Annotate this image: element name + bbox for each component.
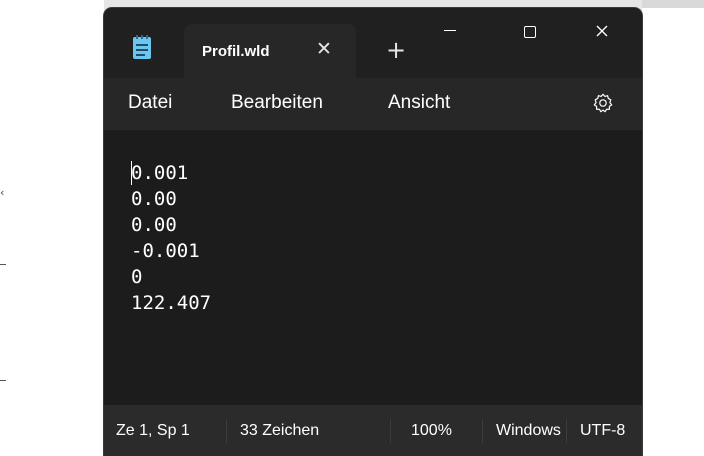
status-zoom[interactable]: 100%	[411, 422, 452, 440]
notepad-window: Profil.wld ✕ + Datei Bearbeiten Ansicht …	[104, 8, 642, 456]
minimize-button[interactable]	[418, 8, 482, 56]
new-tab-button[interactable]: +	[384, 38, 408, 62]
status-encoding[interactable]: UTF-8	[580, 422, 625, 440]
editor-line: 0.00	[131, 188, 177, 210]
editor-content[interactable]: 0.001 0.00 0.00 -0.001 0 122.407	[131, 160, 211, 316]
close-window-button[interactable]	[570, 8, 634, 56]
ruler-tick	[0, 264, 6, 265]
maximize-icon	[524, 26, 536, 38]
menu-bar: Datei Bearbeiten Ansicht	[104, 78, 642, 130]
status-divider	[226, 419, 227, 443]
tab-profil-wld[interactable]: Profil.wld ✕	[184, 24, 356, 78]
maximize-button[interactable]	[498, 8, 562, 56]
tab-close-icon[interactable]: ✕	[312, 37, 336, 61]
tab-title: Profil.wld	[202, 43, 270, 60]
minimize-icon	[444, 30, 456, 31]
gear-icon[interactable]	[592, 92, 614, 114]
status-divider	[482, 419, 483, 443]
background-mark: ‹	[0, 186, 5, 199]
editor-line: 122.407	[131, 292, 212, 314]
background-document-right	[642, 0, 704, 456]
status-line-ending[interactable]: Windows (CRLF)	[496, 422, 564, 440]
background-document-left: ‹	[0, 0, 104, 456]
background-strip	[642, 0, 704, 8]
ruler-tick	[0, 380, 6, 381]
menu-bearbeiten[interactable]: Bearbeiten	[231, 92, 323, 114]
title-bar[interactable]: Profil.wld ✕ +	[104, 8, 642, 78]
editor-line: 0.00	[131, 214, 177, 236]
menu-ansicht[interactable]: Ansicht	[388, 92, 450, 114]
text-caret	[131, 161, 132, 185]
status-divider	[566, 419, 567, 443]
editor-line: -0.001	[131, 240, 200, 262]
status-divider	[390, 419, 391, 443]
editor-line: 0.001	[131, 162, 189, 184]
menu-datei[interactable]: Datei	[128, 92, 172, 114]
status-cursor-position: Ze 1, Sp 1	[116, 422, 190, 439]
status-bar: Ze 1, Sp 1 33 Zeichen 100% Windows (CRLF…	[104, 405, 642, 456]
text-editor[interactable]: 0.001 0.00 0.00 -0.001 0 122.407	[104, 130, 642, 405]
status-char-count: 33 Zeichen	[240, 422, 320, 439]
editor-line: 0	[131, 266, 143, 288]
notepad-app-icon	[133, 35, 151, 59]
close-icon	[596, 25, 608, 37]
